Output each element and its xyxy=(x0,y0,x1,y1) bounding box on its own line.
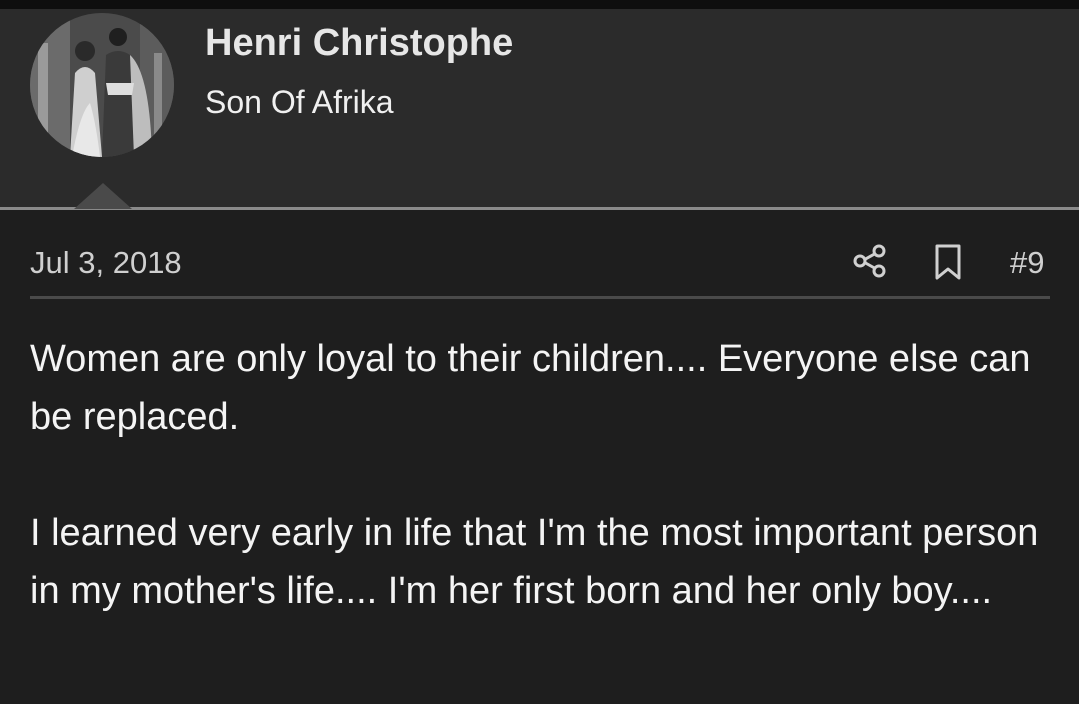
user-title: Son Of Afrika xyxy=(205,84,394,120)
post-paragraph: Women are only loyal to their children..… xyxy=(30,338,1031,438)
post-date[interactable]: Jul 3, 2018 xyxy=(30,245,182,281)
post-paragraph: I learned very early in life that I'm th… xyxy=(30,512,1039,612)
user-header: Henri Christophe Son Of Afrika xyxy=(0,9,1079,208)
username[interactable]: Henri Christophe xyxy=(205,22,513,65)
avatar[interactable] xyxy=(30,13,174,157)
header-divider xyxy=(0,207,1079,210)
post-number-link[interactable]: #9 xyxy=(1010,245,1044,281)
bookmark-button[interactable] xyxy=(930,243,966,281)
share-button[interactable] xyxy=(852,243,888,279)
avatar-image xyxy=(30,13,174,157)
post-meta-divider xyxy=(30,296,1050,299)
bookmark-icon xyxy=(935,244,961,280)
status-strip xyxy=(0,0,1079,9)
share-icon xyxy=(853,244,886,278)
header-pointer xyxy=(74,183,132,209)
post-body: Women are only loyal to their children..… xyxy=(30,330,1060,620)
